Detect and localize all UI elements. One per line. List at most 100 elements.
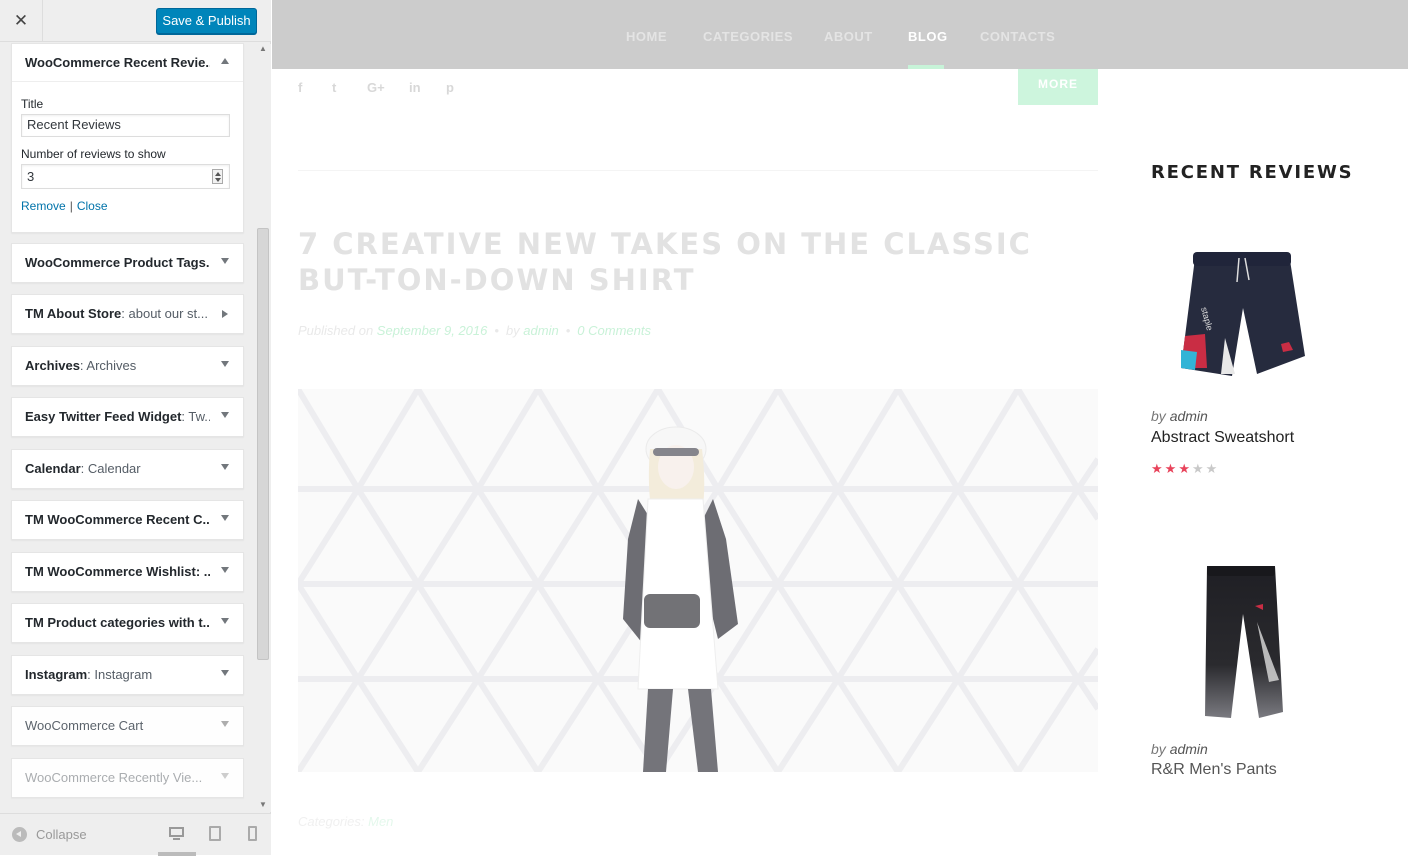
widget-title: Easy Twitter Feed Widget: Tw... <box>25 409 210 424</box>
sidebar-footer: Collapse <box>0 813 271 856</box>
widget-header[interactable]: WooCommerce Recent Revie... <box>12 44 243 82</box>
review-author: by admin <box>1151 408 1208 424</box>
widget-twitter-feed[interactable]: Easy Twitter Feed Widget: Tw... <box>11 397 244 437</box>
meta-dot: • <box>565 323 571 338</box>
categories-label: Categories: <box>298 814 365 829</box>
widget-title: TM WooCommerce Recent C... <box>25 512 210 527</box>
mobile-preview-icon[interactable] <box>246 826 262 842</box>
widget-about-store[interactable]: TM About Store: about our st... <box>11 294 244 334</box>
widget-title: WooCommerce Recent Revie... <box>25 55 210 70</box>
number-value: 3 <box>27 169 35 184</box>
widget-recently-viewed[interactable]: WooCommerce Recently Vie... <box>11 758 244 798</box>
review-author-link[interactable]: admin <box>1170 741 1208 757</box>
remove-link[interactable]: Remove <box>21 199 66 213</box>
customizer-sidebar: ✕ Save & Publish WooCommerce Recent Revi… <box>0 0 271 856</box>
widget-title: WooCommerce Product Tags... <box>25 255 210 270</box>
site-preview: HOME CATEGORIES ABOUT BLOG CONTACTS f t … <box>272 0 1408 855</box>
expand-arrow-icon[interactable] <box>221 618 229 624</box>
sidebar-scrollbar[interactable]: ▲ ▼ <box>256 44 271 812</box>
linkedin-icon[interactable]: in <box>409 80 421 95</box>
expand-arrow-icon[interactable] <box>221 773 229 779</box>
widget-recent-reviews: WooCommerce Recent Revie... Title Recent… <box>11 43 244 233</box>
product-name-link[interactable]: R&R Men's Pants <box>1151 761 1277 779</box>
collapse-button[interactable]: Collapse <box>12 827 87 842</box>
scroll-down-icon[interactable]: ▼ <box>259 800 267 809</box>
widget-tm-product-categories[interactable]: TM Product categories with t... <box>11 603 244 643</box>
close-link[interactable]: Close <box>77 199 108 213</box>
number-label: Number of reviews to show <box>21 147 166 161</box>
pants-image[interactable] <box>1197 562 1287 722</box>
title-input[interactable]: Recent Reviews <box>21 114 230 137</box>
expand-arrow-icon[interactable] <box>221 567 229 573</box>
expand-arrow-icon[interactable] <box>221 412 229 418</box>
main-navigation: HOME CATEGORIES ABOUT BLOG CONTACTS <box>272 0 1408 69</box>
pinterest-icon[interactable]: p <box>446 80 454 95</box>
triangle-wall-photo <box>298 389 1098 772</box>
tablet-preview-icon[interactable] <box>208 826 224 842</box>
collapse-label: Collapse <box>36 827 87 842</box>
star-rating: ★★★★★ <box>1151 461 1219 477</box>
expand-arrow-icon[interactable] <box>221 361 229 367</box>
widget-tm-recent-comments[interactable]: TM WooCommerce Recent C... <box>11 500 244 540</box>
expand-arrow-icon[interactable] <box>221 258 229 264</box>
expand-arrow-icon[interactable] <box>222 310 228 318</box>
review-author-link[interactable]: admin <box>1170 408 1208 424</box>
post-title[interactable]: 7 CREATIVE NEW TAKES ON THE CLASSIC BUT-… <box>298 226 1078 298</box>
published-label: Published on <box>298 323 374 338</box>
more-button[interactable]: MORE <box>1018 69 1098 105</box>
post-featured-image[interactable] <box>298 389 1098 772</box>
desktop-preview-icon[interactable] <box>169 826 185 842</box>
widget-title: TM Product categories with t... <box>25 615 210 630</box>
widget-archives[interactable]: Archives: Archives <box>11 346 244 386</box>
widget-title: TM WooCommerce Wishlist: ... <box>25 564 210 579</box>
expand-arrow-icon[interactable] <box>221 515 229 521</box>
review-author: by admin <box>1151 741 1208 757</box>
star-icon: ★ <box>1205 461 1220 476</box>
widget-actions: Remove | Close <box>21 199 234 213</box>
widget-product-tags[interactable]: WooCommerce Product Tags... <box>11 243 244 283</box>
google-plus-icon[interactable]: G+ <box>367 80 385 95</box>
nav-about[interactable]: ABOUT <box>824 29 873 44</box>
star-icon: ★ <box>1191 461 1206 476</box>
nav-home[interactable]: HOME <box>626 29 667 44</box>
category-link[interactable]: Men <box>368 814 393 829</box>
widget-list: WooCommerce Recent Revie... Title Recent… <box>0 43 271 813</box>
nav-contacts[interactable]: CONTACTS <box>980 29 1055 44</box>
title-label: Title <box>21 97 44 111</box>
twitter-icon[interactable]: t <box>332 80 336 95</box>
post-categories: Categories: Men <box>298 814 393 829</box>
widget-calendar[interactable]: Calendar: Calendar <box>11 449 244 489</box>
expand-arrow-icon[interactable] <box>221 721 229 727</box>
star-icon: ★ <box>1178 461 1192 476</box>
scroll-thumb[interactable] <box>257 228 269 660</box>
comments-link[interactable]: 0 Comments <box>577 323 651 338</box>
sweatshort-image[interactable]: staple <box>1177 246 1307 381</box>
product-name-link[interactable]: Abstract Sweatshort <box>1151 429 1294 447</box>
active-device-indicator <box>158 852 196 856</box>
expand-arrow-icon[interactable] <box>221 670 229 676</box>
save-publish-button[interactable]: Save & Publish <box>156 8 257 34</box>
post-date-link[interactable]: September 9, 2016 <box>377 323 488 338</box>
close-customizer-button[interactable]: ✕ <box>0 0 43 42</box>
post-meta: Published on September 9, 2016 • by admin •… <box>298 323 651 338</box>
divider <box>298 170 1098 171</box>
number-spinner-icon[interactable] <box>212 169 223 184</box>
widget-woocommerce-cart[interactable]: WooCommerce Cart <box>11 706 244 746</box>
widget-instagram[interactable]: Instagram: Instagram <box>11 655 244 695</box>
nav-categories[interactable]: CATEGORIES <box>703 29 793 44</box>
nav-blog[interactable]: BLOG <box>908 29 948 44</box>
nav-active-indicator <box>908 65 944 69</box>
widget-tm-wishlist[interactable]: TM WooCommerce Wishlist: ... <box>11 552 244 592</box>
scroll-up-icon[interactable]: ▲ <box>259 44 267 53</box>
facebook-icon[interactable]: f <box>298 80 302 95</box>
meta-dot: • <box>494 323 499 338</box>
author-link[interactable]: admin <box>523 323 558 338</box>
number-of-reviews-input[interactable]: 3 <box>21 164 230 189</box>
collapse-arrow-icon[interactable] <box>221 58 229 64</box>
by-label: by <box>505 323 520 338</box>
sidebar-header: ✕ Save & Publish <box>0 0 271 42</box>
widget-form: Title Recent Reviews Number of reviews t… <box>12 82 243 225</box>
widget-title: WooCommerce Cart <box>25 718 144 733</box>
expand-arrow-icon[interactable] <box>221 464 229 470</box>
star-icon: ★ <box>1151 461 1165 476</box>
